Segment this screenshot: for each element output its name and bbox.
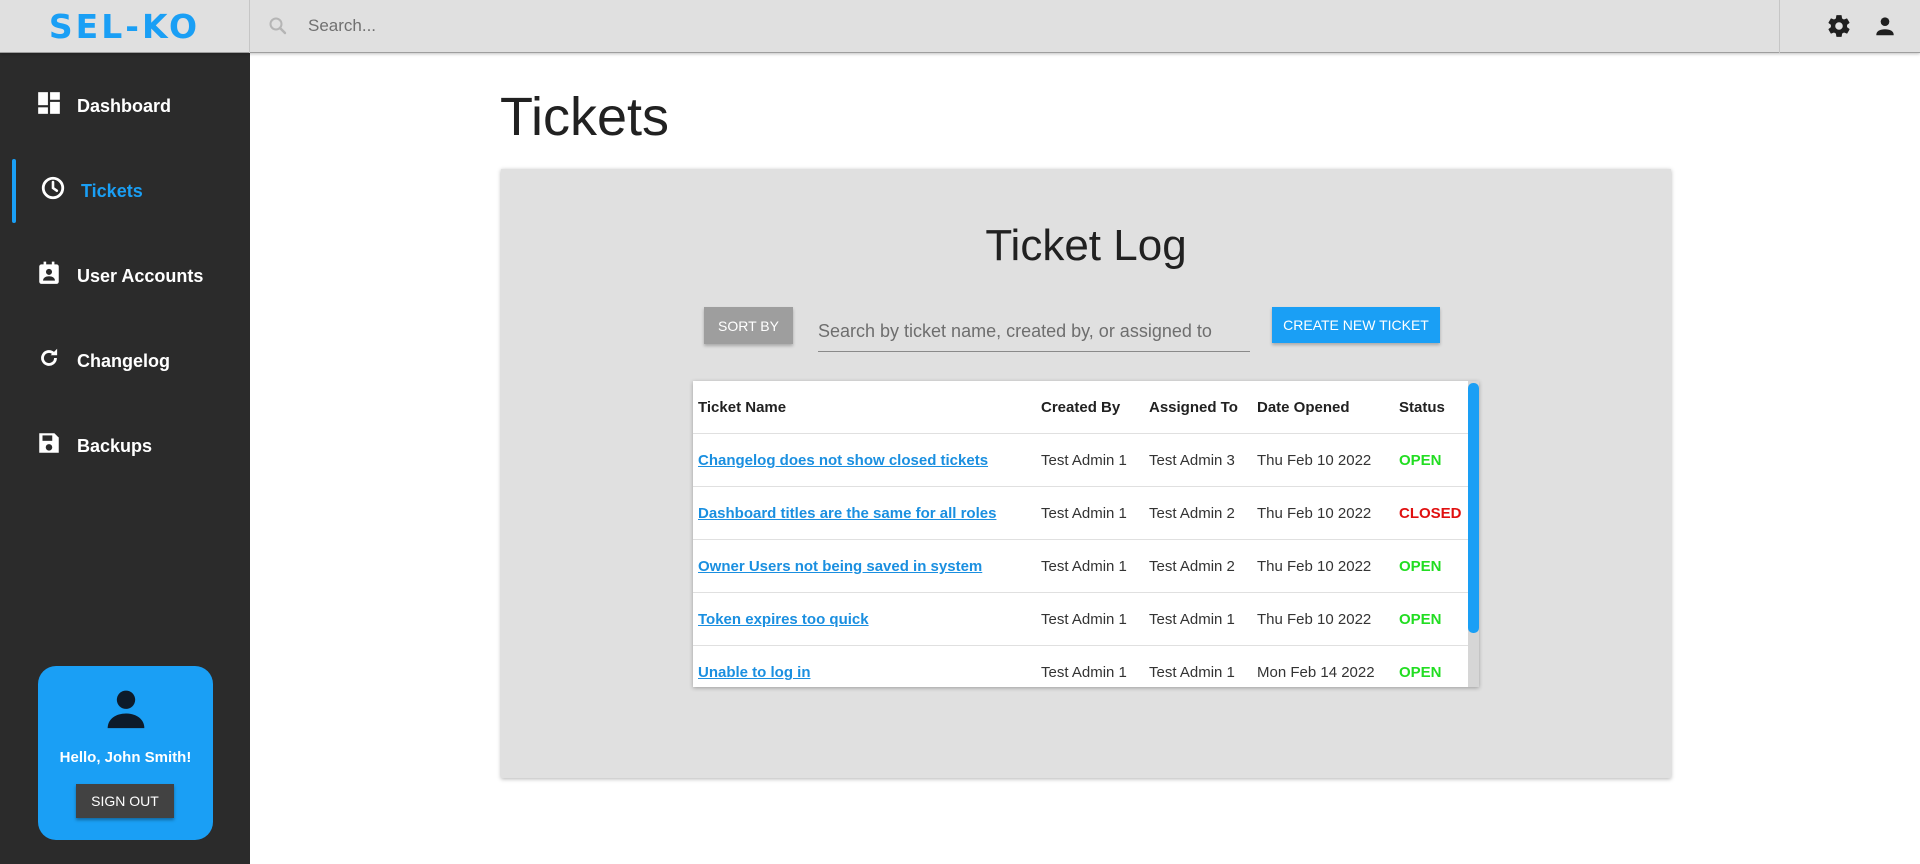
- panel-title: Ticket Log: [985, 221, 1187, 270]
- logo-area: SEL-KO: [0, 0, 250, 53]
- refresh-icon: [41, 348, 58, 366]
- user-avatar-icon: [107, 690, 145, 729]
- sidebar-item-user-accounts[interactable]: User Accounts: [0, 244, 250, 308]
- date-opened-cell: Thu Feb 10 2022: [1257, 611, 1372, 628]
- ticket-name-cell: Owner Users not being saved in system: [698, 540, 982, 593]
- created-by-cell: Test Admin 1: [1041, 452, 1127, 469]
- assigned-to-cell: Test Admin 2: [1149, 505, 1235, 522]
- sidebar-item-label: Backups: [77, 436, 153, 456]
- search-icon: [269, 17, 287, 35]
- dashboard-icon: [38, 92, 60, 114]
- clock-icon: [41, 176, 65, 200]
- sidebar-item-label: User Accounts: [77, 266, 204, 286]
- table-row: Unable to log in Test Admin 1 Test Admin…: [693, 646, 1468, 687]
- top-bar: SEL-KO: [0, 0, 1920, 53]
- top-actions: [1779, 0, 1920, 53]
- sidebar-item-dashboard[interactable]: Dashboard: [0, 74, 250, 138]
- user-badge-icon: [39, 261, 59, 284]
- ticket-name-cell: Unable to log in: [698, 646, 811, 687]
- created-by-cell: Test Admin 1: [1041, 664, 1127, 681]
- table-row: Changelog does not show closed tickets T…: [693, 434, 1468, 487]
- sign-out-button[interactable]: SIGN OUT: [76, 784, 174, 818]
- sidebar-item-changelog[interactable]: Changelog: [0, 329, 250, 393]
- assigned-to-cell: Test Admin 1: [1149, 611, 1235, 628]
- global-search-input[interactable]: [296, 9, 1746, 43]
- ticket-search-input[interactable]: [818, 312, 1250, 352]
- table-header: Ticket Name Created By Assigned To Date …: [693, 381, 1468, 434]
- created-by-cell: Test Admin 1: [1041, 558, 1127, 575]
- table-scrollbar-thumb[interactable]: [1468, 383, 1479, 633]
- ticket-log-panel: Ticket Log SORT BY CREATE NEW TICKET Tic…: [501, 169, 1671, 778]
- sidebar-item-label: Tickets: [81, 181, 143, 201]
- ticket-link[interactable]: Token expires too quick: [698, 611, 869, 628]
- assigned-to-cell: Test Admin 3: [1149, 452, 1235, 469]
- table-row: Owner Users not being saved in system Te…: [693, 540, 1468, 593]
- user-greeting: Hello, John Smith!: [59, 749, 192, 766]
- sort-by-button[interactable]: SORT BY: [704, 307, 793, 344]
- status-badge: OPEN: [1399, 664, 1442, 681]
- app-logo[interactable]: SEL-KO: [49, 7, 200, 46]
- ticket-link[interactable]: Owner Users not being saved in system: [698, 558, 982, 575]
- status-badge: CLOSED: [1399, 505, 1462, 522]
- ticket-link[interactable]: Changelog does not show closed tickets: [698, 452, 988, 469]
- status-badge: OPEN: [1399, 452, 1442, 469]
- assigned-to-cell: Test Admin 2: [1149, 558, 1235, 575]
- ticket-link[interactable]: Unable to log in: [698, 664, 811, 681]
- floppy-icon: [39, 433, 59, 453]
- date-opened-cell: Thu Feb 10 2022: [1257, 452, 1372, 469]
- sidebar-item-backups[interactable]: Backups: [0, 414, 250, 478]
- assigned-to-cell: Test Admin 1: [1149, 664, 1235, 681]
- column-header[interactable]: Created By: [1041, 381, 1120, 434]
- ticket-link[interactable]: Dashboard titles are the same for all ro…: [698, 505, 996, 522]
- user-card: Hello, John Smith! SIGN OUT: [38, 666, 213, 840]
- date-opened-cell: Mon Feb 14 2022: [1257, 664, 1375, 681]
- column-header[interactable]: Status: [1399, 381, 1445, 434]
- sidebar-item-label: Dashboard: [77, 96, 172, 116]
- created-by-cell: Test Admin 1: [1041, 611, 1127, 628]
- column-header[interactable]: Assigned To: [1149, 381, 1238, 434]
- table-row: Dashboard titles are the same for all ro…: [693, 487, 1468, 540]
- column-header[interactable]: Ticket Name: [698, 381, 786, 434]
- status-badge: OPEN: [1399, 611, 1442, 628]
- active-indicator: [12, 159, 16, 223]
- created-by-cell: Test Admin 1: [1041, 505, 1127, 522]
- account-icon[interactable]: [1872, 13, 1898, 39]
- ticket-name-cell: Dashboard titles are the same for all ro…: [698, 487, 996, 540]
- create-ticket-button[interactable]: CREATE NEW TICKET: [1272, 307, 1440, 343]
- ticket-name-cell: Token expires too quick: [698, 593, 869, 646]
- page-title: Tickets: [500, 87, 670, 147]
- gear-icon[interactable]: [1826, 13, 1852, 39]
- table-row: Token expires too quick Test Admin 1 Tes…: [693, 593, 1468, 646]
- ticket-name-cell: Changelog does not show closed tickets: [698, 434, 988, 487]
- column-header[interactable]: Date Opened: [1257, 381, 1350, 434]
- sidebar: Dashboard Tickets User Accounts Changelo…: [0, 53, 250, 864]
- sidebar-item-label: Changelog: [77, 351, 170, 371]
- date-opened-cell: Thu Feb 10 2022: [1257, 558, 1372, 575]
- date-opened-cell: Thu Feb 10 2022: [1257, 505, 1372, 522]
- sidebar-item-tickets[interactable]: Tickets: [0, 159, 250, 223]
- tickets-table: Ticket Name Created By Assigned To Date …: [693, 381, 1479, 687]
- status-badge: OPEN: [1399, 558, 1442, 575]
